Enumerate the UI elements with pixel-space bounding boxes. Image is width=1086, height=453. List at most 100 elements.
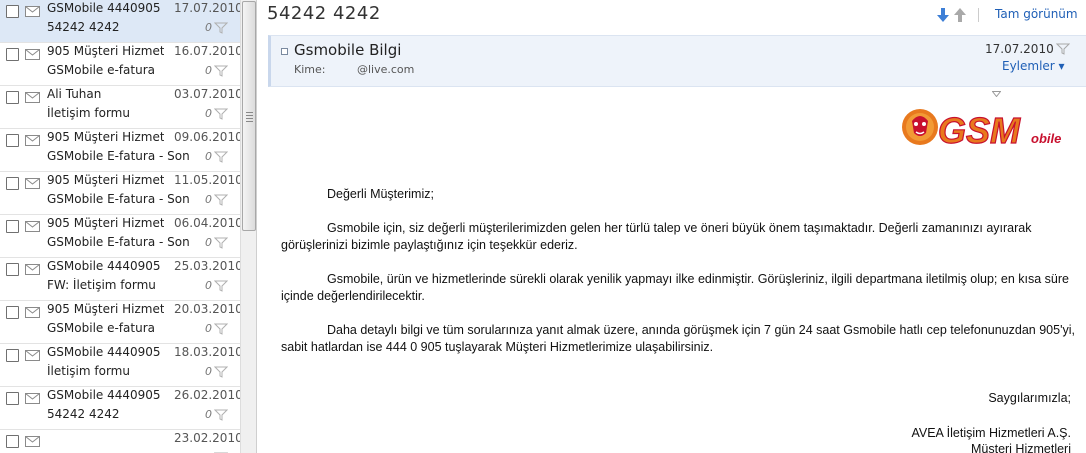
envelope-icon (25, 6, 40, 17)
message-subject: GSMobile e-fatura (47, 63, 155, 77)
message-sender: 905 Müşteri Hizmetl... (47, 216, 164, 230)
message-date: 17.07.2010 (985, 42, 1054, 56)
message-date: 23.02.2010 (174, 431, 240, 445)
message-row[interactable]: 905 Müşteri Hizmetl... 16.07.2010 GSMobile… (0, 43, 240, 86)
signature-department: Müşteri Hizmetleri (970, 442, 1071, 453)
message-row[interactable]: GSMobile 4440905 26.02.2010 54242 4242 0 (0, 387, 240, 430)
svg-text:GSM: GSM (938, 110, 1021, 149)
attachment-icon: 0 (205, 322, 212, 335)
toolbar-divider (978, 8, 979, 22)
flag-icon[interactable] (214, 194, 228, 206)
message-sender: GSMobile 4440905 (47, 345, 161, 359)
message-date: 03.07.2010 (174, 87, 240, 101)
expand-arrow-icon[interactable] (992, 91, 1001, 97)
envelope-icon (25, 307, 40, 318)
select-checkbox[interactable] (6, 134, 19, 147)
flag-icon[interactable] (214, 65, 228, 77)
message-sender: 905 Müşteri Hizmetl... (47, 44, 164, 58)
reading-pane: 54242 4242 Tam görünüm Gsmobile Bilgi Ki… (257, 0, 1086, 453)
next-message-arrow-icon[interactable] (937, 8, 949, 22)
message-date: 26.02.2010 (174, 388, 240, 402)
message-subject: 54242 4242 (47, 20, 120, 34)
svg-text:obile: obile (1031, 131, 1061, 146)
flag-icon[interactable] (214, 108, 228, 120)
message-row[interactable]: 905 Müşteri Hizmetl... 06.04.2010 GSMobile… (0, 215, 240, 258)
select-checkbox[interactable] (6, 392, 19, 405)
attachment-icon: 0 (205, 64, 212, 77)
flag-icon[interactable] (214, 151, 228, 163)
message-subject: İletişim formu (47, 364, 130, 378)
email-paragraph-1: Gsmobile için, siz değerli müşterilerimi… (281, 221, 1032, 252)
message-sender: 905 Müşteri Hizmetl... (47, 130, 164, 144)
full-view-link[interactable]: Tam görünüm (995, 7, 1078, 21)
attachment-icon: 0 (205, 107, 212, 120)
recipient-address[interactable]: @live.com (357, 63, 414, 76)
attachment-icon: 0 (205, 21, 212, 34)
message-list-scrollbar[interactable] (240, 0, 257, 453)
attachment-icon: 0 (205, 279, 212, 292)
message-row[interactable]: 23.02.20100 (0, 430, 240, 453)
envelope-icon (25, 178, 40, 189)
message-subject: GSMobile E-fatura - Son... (47, 149, 189, 163)
select-checkbox[interactable] (6, 263, 19, 276)
select-checkbox[interactable] (6, 48, 19, 61)
flag-icon[interactable] (214, 280, 228, 292)
message-sender: Ali Tuhan (47, 87, 102, 101)
message-sender: 905 Müşteri Hizmetl... (47, 302, 164, 316)
message-row[interactable]: 905 Müşteri Hizmetl... 09.06.2010 GSMobile… (0, 129, 240, 172)
envelope-icon (25, 135, 40, 146)
message-date: 17.07.2010 (174, 1, 240, 15)
flag-icon[interactable] (1056, 43, 1070, 55)
message-subject: GSMobile E-fatura - Son... (47, 192, 189, 206)
flag-icon[interactable] (214, 237, 228, 249)
message-date: 11.05.2010 (174, 173, 240, 187)
message-subject: FW: İletişim formu (47, 278, 156, 292)
select-checkbox[interactable] (6, 177, 19, 190)
actions-menu[interactable]: Eylemler ▾ (1002, 59, 1065, 73)
envelope-icon (25, 436, 40, 447)
message-subject: 54242 4242 (47, 407, 120, 421)
envelope-icon (25, 350, 40, 361)
select-checkbox[interactable] (6, 435, 19, 448)
email-greeting: Değerli Müşterimiz; (327, 187, 434, 201)
select-checkbox[interactable] (6, 5, 19, 18)
envelope-icon (25, 49, 40, 60)
email-paragraph-3: Daha detaylı bilgi ve tüm sorularınıza y… (281, 323, 1075, 354)
to-label: Kime: (294, 63, 326, 76)
message-row[interactable]: 905 Müşteri Hizmetl... 20.03.2010 GSMobile… (0, 301, 240, 344)
message-sender: GSMobile 4440905 (47, 259, 161, 273)
message-sender: GSMobile 4440905 (47, 388, 161, 402)
attachment-icon: 0 (205, 365, 212, 378)
flag-icon[interactable] (214, 366, 228, 378)
attachment-icon: 0 (205, 150, 212, 163)
previous-message-arrow-icon[interactable] (954, 8, 966, 22)
message-date: 18.03.2010 (174, 345, 240, 359)
select-checkbox[interactable] (6, 349, 19, 362)
attachment-icon: 0 (205, 408, 212, 421)
select-checkbox[interactable] (6, 220, 19, 233)
message-row[interactable]: GSMobile 4440905 25.03.2010 FW: İletişim f… (0, 258, 240, 301)
message-subject: GSMobile E-fatura - Son... (47, 235, 189, 249)
select-checkbox[interactable] (6, 91, 19, 104)
scrollbar-thumb[interactable] (242, 1, 256, 231)
envelope-icon (25, 92, 40, 103)
gsmobile-logo: GSM obile (902, 109, 1061, 149)
message-list: GSMobile 4440905 17.07.2010 54242 4242 0 905… (0, 0, 240, 453)
flag-icon[interactable] (214, 22, 228, 34)
collapse-header-icon[interactable] (281, 48, 288, 55)
email-paragraph-2: Gsmobile, ürün ve hizmetlerinde sürekli … (281, 272, 1069, 303)
flag-icon[interactable] (214, 323, 228, 335)
select-checkbox[interactable] (6, 306, 19, 319)
message-row[interactable]: 905 Müşteri Hizmetl... 11.05.2010 GSMobile… (0, 172, 240, 215)
message-row[interactable]: GSMobile 4440905 17.07.2010 54242 4242 0 (0, 0, 240, 43)
envelope-icon (25, 393, 40, 404)
envelope-icon (25, 221, 40, 232)
message-row[interactable]: Ali Tuhan 03.07.2010 İletişim formu 0 (0, 86, 240, 129)
message-row[interactable]: GSMobile 4440905 18.03.2010 İletişim formu… (0, 344, 240, 387)
message-date: 16.07.2010 (174, 44, 240, 58)
attachment-icon: 0 (205, 236, 212, 249)
signature-company: AVEA İletişim Hizmetleri A.Ş. (911, 426, 1071, 440)
flag-icon[interactable] (214, 409, 228, 421)
sender-name[interactable]: Gsmobile Bilgi (294, 41, 401, 59)
message-subject: GSMobile e-fatura (47, 321, 155, 335)
